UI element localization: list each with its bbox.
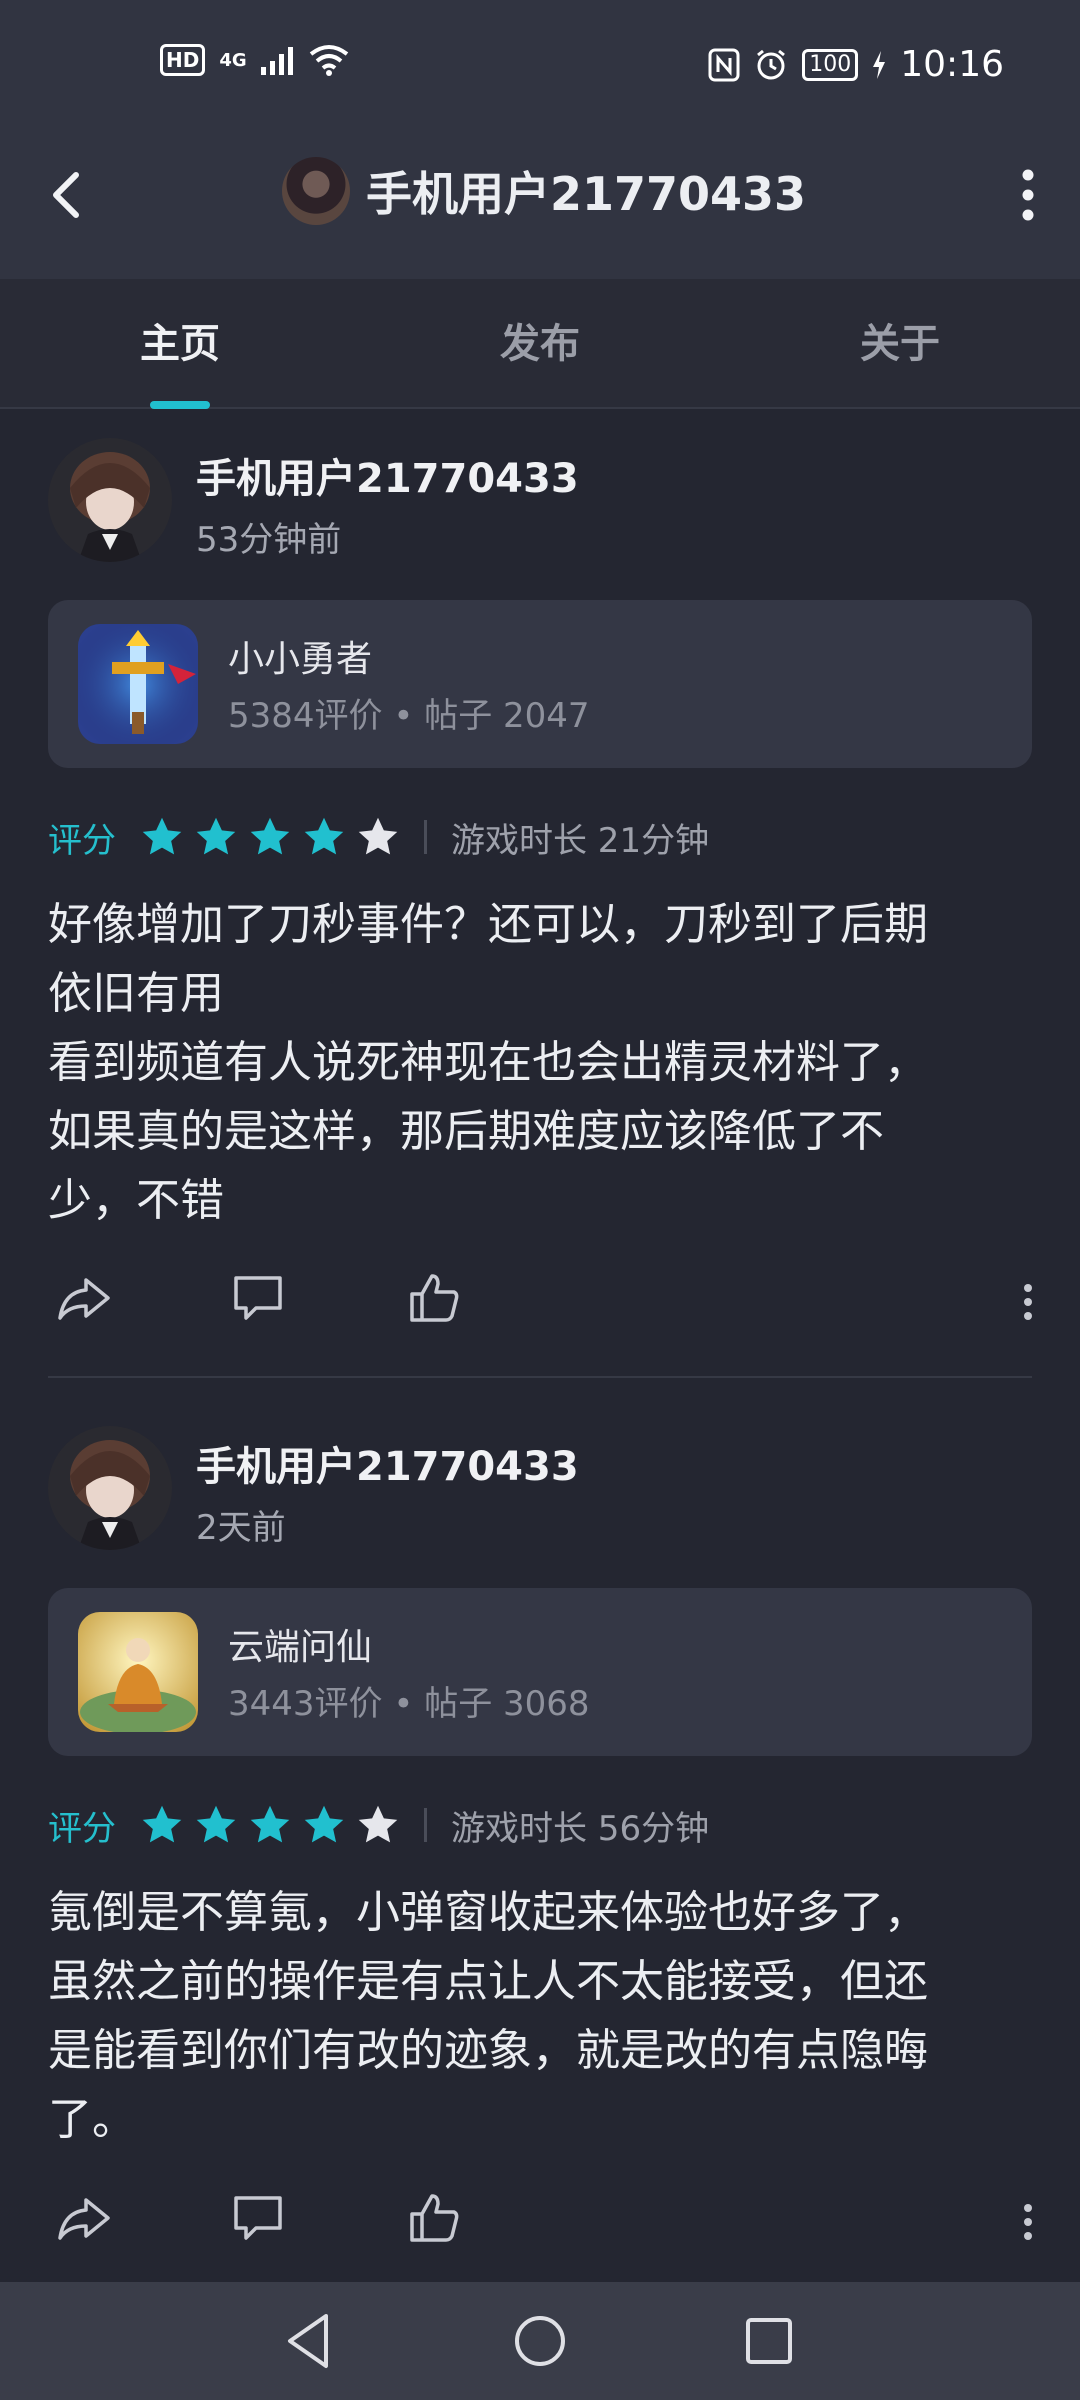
star-filled-icon: [142, 817, 182, 855]
post-username[interactable]: 手机用户21770433: [196, 446, 579, 504]
post-time: 2天前: [196, 1508, 286, 1548]
charging-icon: [873, 50, 886, 79]
rating-row: 评分 游戏时长 21分钟: [48, 812, 709, 862]
rating-label: 评分: [48, 820, 116, 861]
header-user: 手机用户21770433: [282, 157, 806, 225]
top-bar: HD 4G 100 10:16 手机用户21770433: [0, 0, 1080, 279]
circle-home-icon: [515, 2316, 565, 2366]
status-bar: HD 4G 100 10:16: [0, 0, 1080, 135]
game-name: 小小勇者: [228, 639, 373, 680]
game-card[interactable]: 小小勇者 5384评价 • 帖子 2047: [48, 600, 1032, 768]
comment-icon: [234, 2196, 282, 2240]
nav-recents-button[interactable]: [736, 2308, 802, 2374]
game-stats: 5384评价 • 帖子 2047: [228, 696, 590, 736]
game-stats: 3443评价 • 帖子 3068: [228, 1684, 590, 1724]
page-title: 手机用户21770433: [366, 167, 807, 221]
share-icon: [58, 2198, 110, 2240]
star-rating: [140, 1803, 400, 1847]
nav-back-button[interactable]: [276, 2308, 342, 2374]
header-avatar: [282, 157, 350, 225]
nav-home-button[interactable]: [507, 2308, 573, 2374]
tab-publish[interactable]: 发布: [360, 279, 720, 409]
post-more-button[interactable]: [1022, 1282, 1034, 1322]
tab-home[interactable]: 主页: [0, 279, 360, 409]
signal-icon: [260, 47, 293, 75]
star-rating: [140, 815, 400, 859]
sword-game-icon: [78, 624, 198, 744]
post-more-button[interactable]: [1022, 2202, 1034, 2242]
comment-button[interactable]: [228, 1268, 288, 1328]
avatar[interactable]: [48, 438, 172, 562]
star-filled-icon: [196, 1805, 236, 1843]
tab-about[interactable]: 关于: [720, 279, 1080, 409]
triangle-back-icon: [288, 2314, 328, 2368]
game-name: 云端问仙: [228, 1627, 373, 1668]
network-label: 4G: [219, 49, 247, 71]
alarm-icon: [757, 49, 786, 79]
square-recents-icon: [746, 2318, 792, 2364]
nfc-icon: [708, 48, 740, 81]
more-vertical-icon: [1024, 1284, 1032, 1320]
clock: 10:16: [900, 44, 1004, 85]
post-body[interactable]: 氪倒是不算氪，小弹窗收起来体验也好多了， 虽然之前的操作是有点让人不太能接受，但…: [48, 1878, 1032, 2154]
post-divider: [48, 1376, 1032, 1378]
rating-divider: [424, 820, 427, 854]
playtime: 游戏时长 21分钟: [451, 820, 710, 861]
battery-indicator: 100: [802, 48, 859, 81]
comment-icon: [234, 1276, 282, 1320]
back-button[interactable]: [44, 165, 94, 225]
star-empty-icon: [358, 1805, 398, 1843]
tab-bar: 主页 发布 关于: [0, 279, 1080, 409]
share-icon: [58, 1278, 110, 1320]
post-actions: [0, 1268, 1080, 1338]
star-filled-icon: [142, 1805, 182, 1843]
share-button[interactable]: [54, 2188, 114, 2248]
star-filled-icon: [250, 817, 290, 855]
immortal-game-icon: [78, 1612, 198, 1732]
share-button[interactable]: [54, 1268, 114, 1328]
rating-divider: [424, 1808, 427, 1842]
like-button[interactable]: [404, 1268, 464, 1328]
playtime: 游戏时长 56分钟: [451, 1808, 710, 1849]
like-button[interactable]: [404, 2188, 464, 2248]
more-menu-button[interactable]: [1022, 169, 1034, 221]
post-username[interactable]: 手机用户21770433: [196, 1434, 579, 1492]
header: 手机用户21770433: [0, 135, 1080, 255]
game-card[interactable]: 云端问仙 3443评价 • 帖子 3068: [48, 1588, 1032, 1756]
star-filled-icon: [196, 817, 236, 855]
comment-button[interactable]: [228, 2188, 288, 2248]
star-empty-icon: [358, 817, 398, 855]
post-time: 53分钟前: [196, 520, 342, 560]
chevron-left-icon: [53, 172, 79, 218]
star-filled-icon: [304, 1805, 344, 1843]
hd-badge: HD: [160, 44, 206, 76]
rating-label: 评分: [48, 1808, 116, 1849]
avatar[interactable]: [48, 1426, 172, 1550]
wifi-icon: [309, 45, 348, 76]
post-actions: [0, 2188, 1080, 2258]
thumbs-up-icon: [410, 1274, 459, 1322]
star-filled-icon: [304, 817, 344, 855]
star-filled-icon: [250, 1805, 290, 1843]
post-body[interactable]: 好像增加了刀秒事件？还可以，刀秒到了后期 依旧有用 看到频道有人说死神现在也会出…: [48, 890, 1032, 1235]
more-vertical-icon: [1024, 2204, 1032, 2240]
thumbs-up-icon: [410, 2194, 459, 2242]
more-vertical-icon: [1022, 169, 1034, 221]
system-nav-bar: [0, 2282, 1080, 2400]
rating-row: 评分 游戏时长 56分钟: [48, 1800, 709, 1850]
